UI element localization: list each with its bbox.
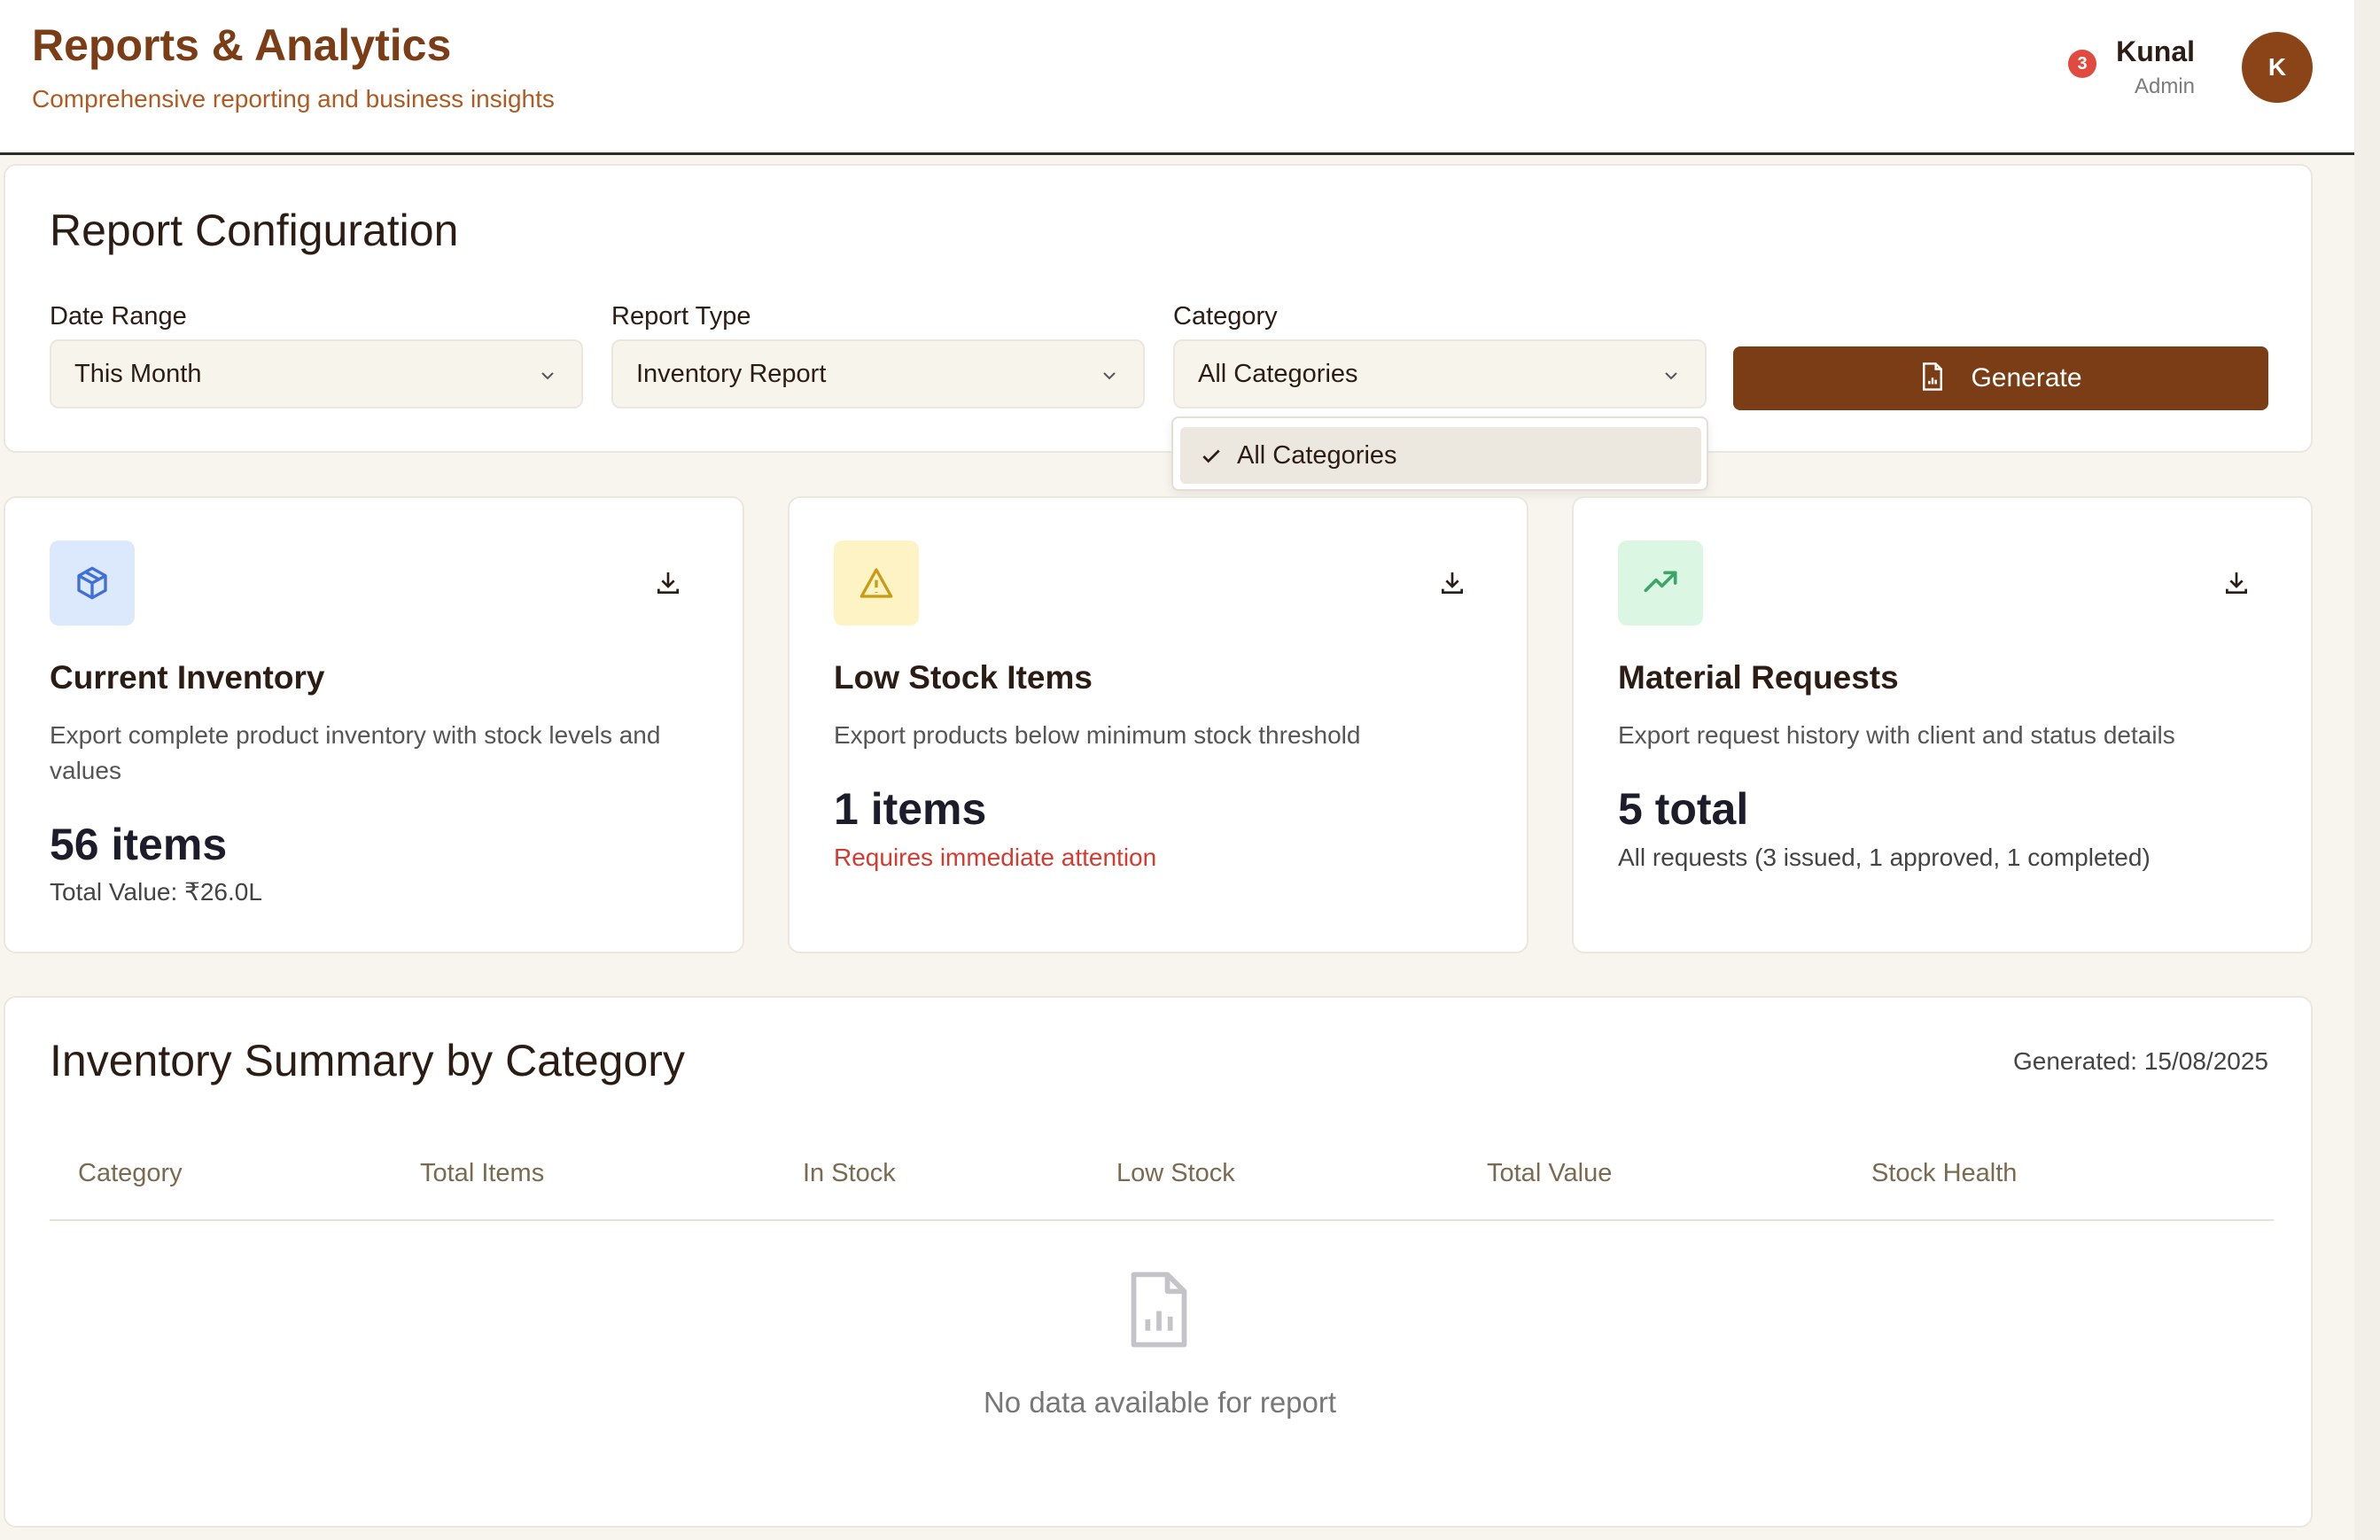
avatar[interactable]: K xyxy=(2242,32,2313,103)
page-title: Reports & Analytics xyxy=(32,20,452,70)
generated-date: Generated: 15/08/2025 xyxy=(2012,1047,2268,1075)
empty-state-text: No data available for report xyxy=(983,1386,1337,1419)
table-header: Category Total Items In Stock Low Stock … xyxy=(50,1143,2274,1221)
user-name: Kunal xyxy=(2116,35,2195,67)
material-requests-card: Material Requests Export request history… xyxy=(1572,496,2313,953)
page-subtitle: Comprehensive reporting and business ins… xyxy=(32,85,555,113)
date-range-label: Date Range xyxy=(50,302,187,331)
download-icon[interactable] xyxy=(1438,569,1466,597)
summary-title: Inventory Summary by Category xyxy=(50,1036,685,1085)
warning-icon xyxy=(859,568,893,598)
notification-badge[interactable]: 3 xyxy=(2068,50,2096,78)
chevron-down-icon xyxy=(1665,372,1677,380)
dropdown-option-all-categories[interactable]: All Categories xyxy=(1180,427,1701,484)
current-inventory-card: Current Inventory Export complete produc… xyxy=(4,496,744,953)
category-select[interactable]: All Categories xyxy=(1173,339,1707,408)
category-value: All Categories xyxy=(1198,360,1358,388)
dropdown-option-label: All Categories xyxy=(1237,441,1397,470)
card-value: 1 items xyxy=(834,784,987,834)
package-icon-box xyxy=(50,541,135,626)
chevron-down-icon xyxy=(541,372,554,380)
report-type-label: Report Type xyxy=(611,302,751,331)
report-file-icon xyxy=(1923,362,1943,391)
card-note: Requires immediate attention xyxy=(834,844,1157,871)
category-label: Category xyxy=(1173,302,1278,331)
inventory-summary-card: Inventory Summary by Category Generated:… xyxy=(4,996,2313,1528)
report-configuration-card: Report Configuration Date Range This Mon… xyxy=(4,164,2313,453)
user-role: Admin xyxy=(2134,74,2195,98)
card-description: Export request history with client and s… xyxy=(1618,721,2175,749)
config-title: Report Configuration xyxy=(50,206,459,255)
generate-label: Generate xyxy=(1971,363,2082,393)
check-icon xyxy=(1202,449,1220,463)
scrollbar[interactable] xyxy=(2354,0,2380,1540)
download-icon[interactable] xyxy=(2222,569,2251,597)
column-header-total-value[interactable]: Total Value xyxy=(1487,1159,1612,1188)
column-header-low-stock[interactable]: Low Stock xyxy=(1116,1159,1235,1188)
low-stock-card: Low Stock Items Export products below mi… xyxy=(788,496,1528,953)
generate-button[interactable]: Generate xyxy=(1733,346,2268,410)
page-header: Reports & Analytics Comprehensive report… xyxy=(0,0,2354,155)
download-icon[interactable] xyxy=(654,569,682,597)
card-value: 5 total xyxy=(1618,784,1749,834)
card-note: Total Value: ₹26.0L xyxy=(50,878,262,906)
card-description: Export complete product inventory with s… xyxy=(50,721,661,784)
chevron-down-icon xyxy=(1103,372,1116,380)
card-title: Current Inventory xyxy=(50,659,325,696)
date-range-select[interactable]: This Month xyxy=(50,339,583,408)
column-header-stock-health[interactable]: Stock Health xyxy=(1871,1159,2017,1188)
category-dropdown: All Categories xyxy=(1171,416,1708,491)
column-header-category[interactable]: Category xyxy=(78,1159,183,1188)
report-type-select[interactable]: Inventory Report xyxy=(611,339,1145,408)
card-value: 56 items xyxy=(50,820,228,869)
card-description: Export products below minimum stock thre… xyxy=(834,721,1361,749)
column-header-in-stock[interactable]: In Stock xyxy=(803,1159,896,1188)
column-header-total-items[interactable]: Total Items xyxy=(420,1159,544,1188)
warning-icon-box xyxy=(834,541,919,626)
card-title: Low Stock Items xyxy=(834,659,1093,696)
report-type-value: Inventory Report xyxy=(636,360,827,388)
card-note: All requests (3 issued, 1 approved, 1 co… xyxy=(1618,844,2151,871)
trending-up-icon xyxy=(1644,571,1677,593)
date-range-value: This Month xyxy=(74,360,202,388)
card-title: Material Requests xyxy=(1618,659,1899,696)
package-icon xyxy=(77,566,107,600)
trending-up-icon-box xyxy=(1618,541,1703,626)
empty-report-icon xyxy=(1131,1272,1187,1348)
